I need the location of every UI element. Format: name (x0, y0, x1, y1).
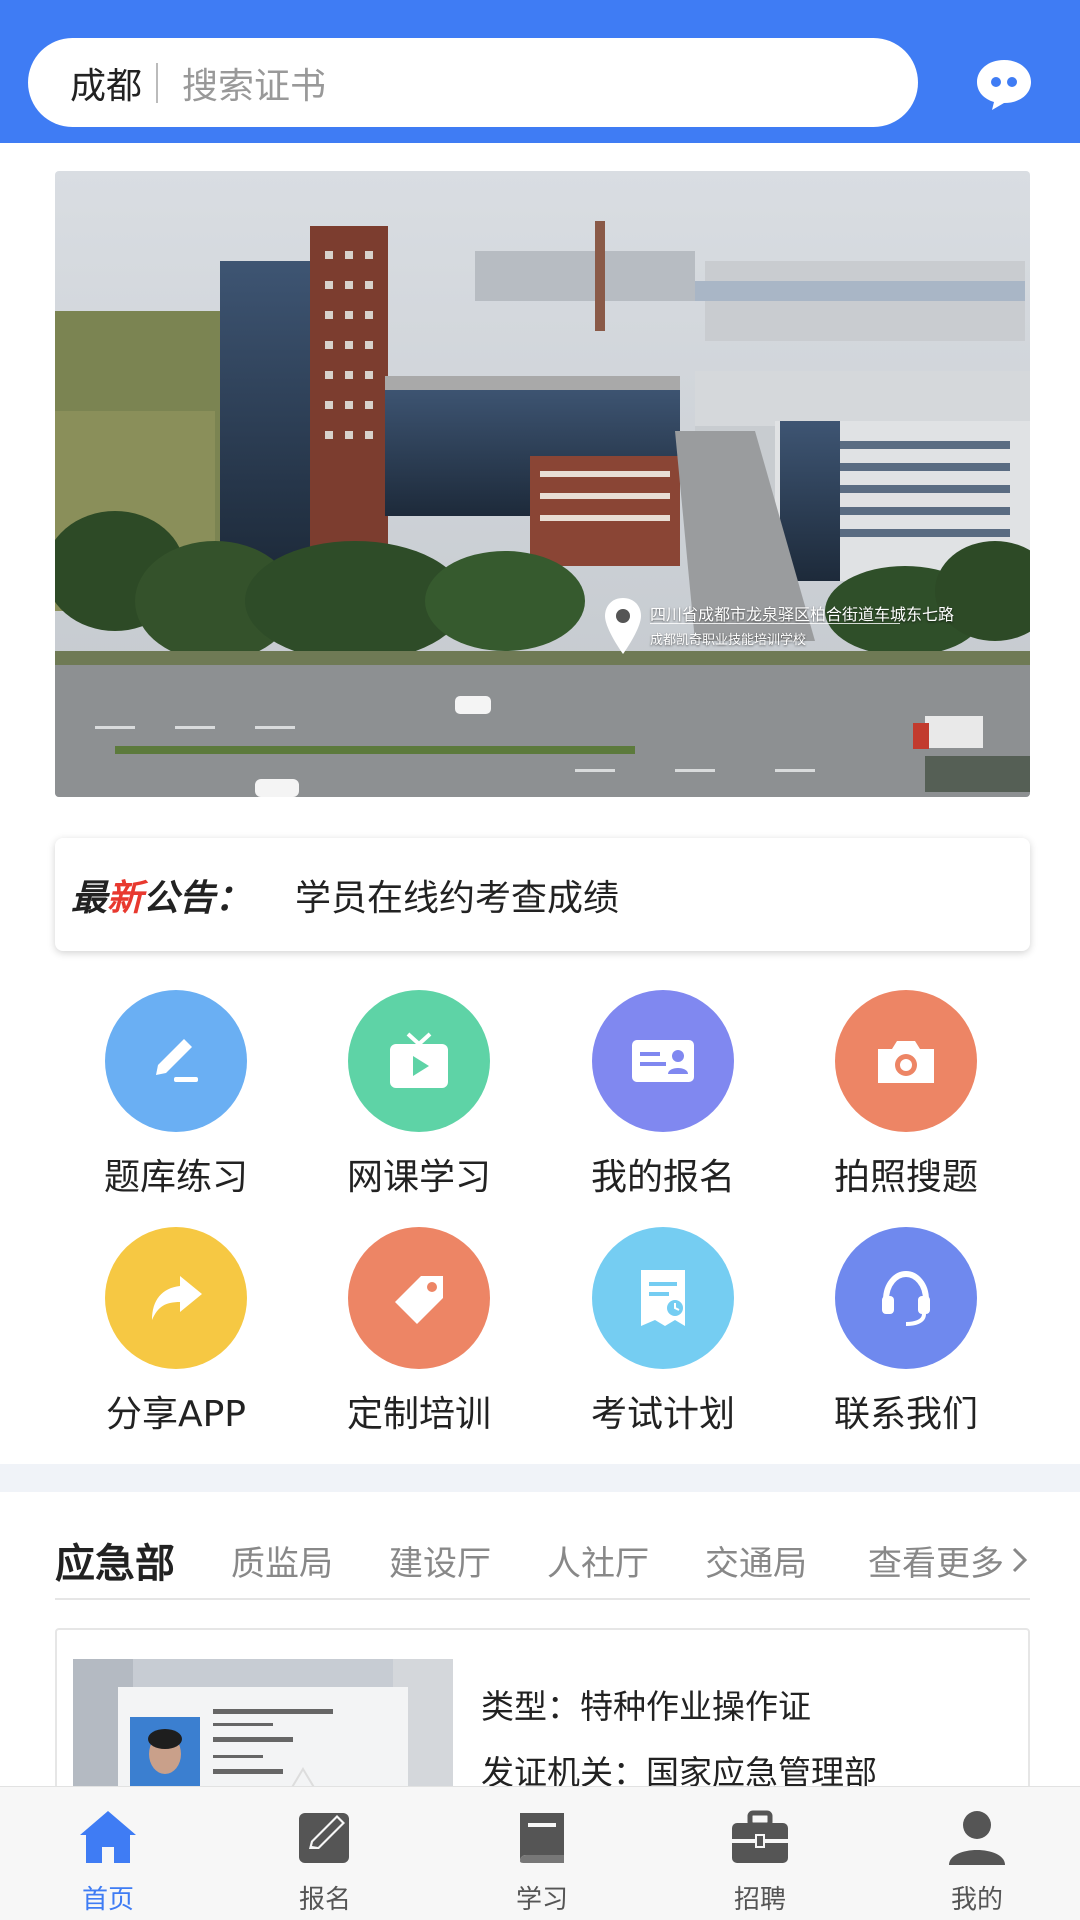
tab-human-resources[interactable]: 人社厅 (547, 1536, 649, 1585)
id-card-icon (592, 990, 734, 1132)
nav-label: 招聘 (733, 1885, 786, 1915)
tab-emergency[interactable]: 应急部 (55, 1531, 175, 1589)
tab-quality[interactable]: 质监局 (231, 1536, 333, 1585)
shortcut-label: 拍照搜题 (833, 1157, 978, 1198)
tv-play-icon (348, 990, 490, 1132)
shortcut-exam-plan[interactable]: 考试计划 (563, 1227, 763, 1437)
shortcut-custom-training[interactable]: 定制培训 (319, 1227, 519, 1437)
view-more-link[interactable]: 查看更多 (868, 1536, 1030, 1585)
share-arrow-icon (105, 1227, 247, 1369)
shortcut-online-course[interactable]: 网课学习 (319, 990, 519, 1200)
shortcut-label: 考试计划 (590, 1394, 735, 1435)
shortcut-label: 网课学习 (346, 1157, 491, 1198)
shortcut-label: 联系我们 (833, 1394, 978, 1435)
banner-address-divider (650, 623, 900, 624)
user-icon (949, 1811, 1005, 1865)
edit-icon (299, 1813, 349, 1863)
notice-text[interactable]: 学员在线约考查成绩 (295, 869, 619, 921)
nav-label: 我的 (950, 1885, 1003, 1915)
banner-address: 四川省成都市龙泉驿区柏合街道车城东七路 (650, 605, 955, 624)
shortcut-contact-us[interactable]: 联系我们 (806, 1227, 1006, 1437)
banner-school-name: 成都凯奇职业技能培训学校 (650, 633, 807, 648)
briefcase-icon (732, 1810, 788, 1863)
shortcut-share-app[interactable]: 分享APP (76, 1227, 276, 1437)
shortcut-label: 定制培训 (346, 1394, 491, 1435)
shortcut-label: 我的报名 (590, 1157, 735, 1198)
nav-recruit[interactable]: 招聘 (690, 1787, 830, 1920)
app-header: 成都 搜索证书 (0, 0, 1080, 143)
nav-label: 报名 (298, 1885, 351, 1915)
certificate-type: 类型：特种作业操作证 (481, 1687, 811, 1726)
plan-doc-icon (592, 1227, 734, 1369)
nav-home[interactable]: 首页 (38, 1787, 178, 1920)
book-icon (520, 1813, 564, 1863)
headset-icon (835, 1227, 977, 1369)
chat-bubble-icon[interactable] (974, 56, 1034, 112)
chevron-right-icon (1012, 1547, 1028, 1573)
camera-icon (835, 990, 977, 1132)
notice-bar[interactable]: 最新公告： 学员在线约考查成绩 (55, 838, 1030, 951)
shortcut-label: 分享APP (105, 1394, 247, 1435)
nav-mine[interactable]: 我的 (907, 1787, 1047, 1920)
notice-label-highlight: 新 (107, 877, 144, 919)
banner-image[interactable]: 四川省成都市龙泉驿区柏合街道车城东七路 成都凯奇职业技能培训学校 (55, 171, 1030, 797)
nav-label: 首页 (81, 1885, 134, 1915)
bottom-nav: 首页 报名 学习 招聘 我的 (0, 1786, 1080, 1920)
search-divider (156, 62, 159, 103)
tab-construction[interactable]: 建设厅 (389, 1536, 491, 1585)
tag-icon (348, 1227, 490, 1369)
search-input[interactable]: 搜索证书 (182, 57, 326, 109)
section-separator (0, 1464, 1080, 1492)
pen-icon (105, 990, 247, 1132)
nav-register[interactable]: 报名 (255, 1787, 395, 1920)
view-more-label: 查看更多 (868, 1543, 1004, 1584)
location-pin-icon (605, 598, 641, 654)
notice-label: 最新公告： (71, 877, 252, 919)
shortcut-photo-search[interactable]: 拍照搜题 (806, 990, 1006, 1200)
shortcut-label: 题库练习 (103, 1157, 248, 1198)
nav-study[interactable]: 学习 (472, 1787, 612, 1920)
shortcut-my-registration[interactable]: 我的报名 (563, 990, 763, 1200)
category-tabs: 应急部 质监局 建设厅 人社厅 交通局 查看更多 (55, 1522, 1030, 1600)
tab-transport[interactable]: 交通局 (705, 1536, 807, 1585)
shortcut-question-bank[interactable]: 题库练习 (76, 990, 276, 1200)
nav-label: 学习 (515, 1885, 568, 1915)
city-selector[interactable]: 成都 (70, 57, 142, 109)
home-icon (80, 1811, 136, 1863)
search-bar[interactable]: 成都 搜索证书 (28, 38, 918, 127)
